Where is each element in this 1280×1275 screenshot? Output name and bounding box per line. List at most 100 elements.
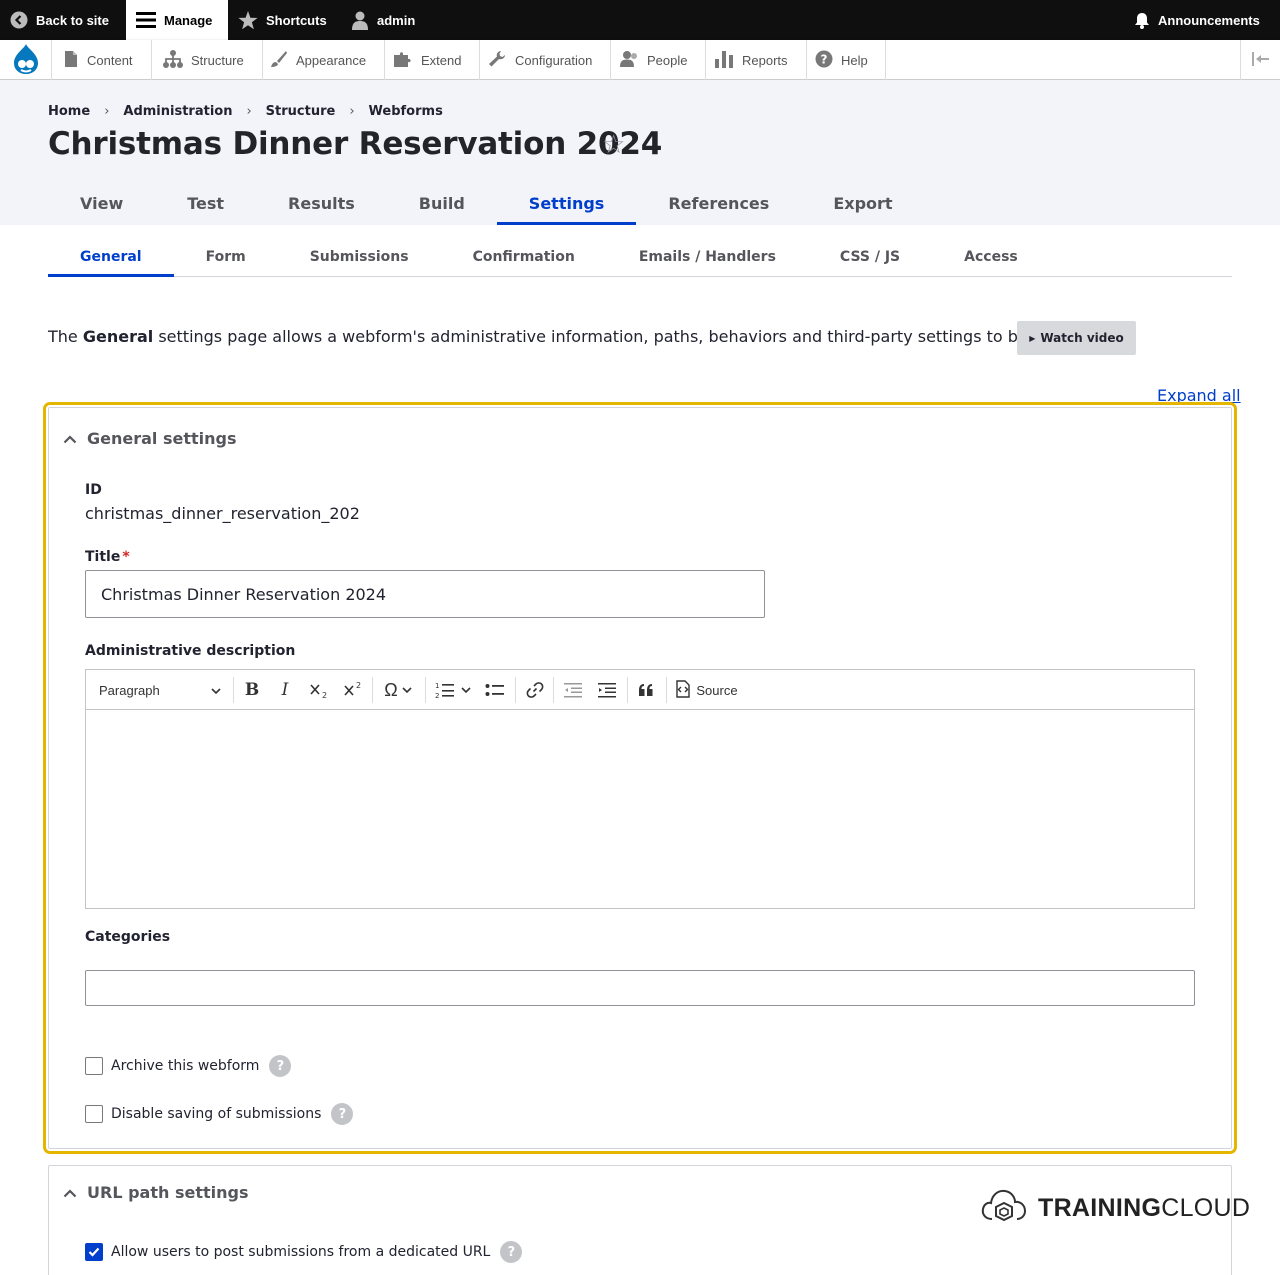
tray-item-label: Structure <box>191 52 244 68</box>
tab-test[interactable]: Test <box>155 182 256 225</box>
tray-item-extend[interactable]: Extend <box>383 40 481 80</box>
link-icon[interactable] <box>518 670 552 710</box>
tray-item-label: People <box>647 52 688 68</box>
user-tab[interactable]: admin <box>341 0 425 40</box>
announcements-tab[interactable]: Announcements <box>1124 0 1270 40</box>
title-input-value: Christmas Dinner Reservation 2024 <box>101 584 387 604</box>
shortcuts-tab[interactable]: Shortcuts <box>228 0 337 40</box>
breadcrumb-home[interactable]: Home <box>48 104 90 119</box>
watch-video-button[interactable]: ▶ Watch video <box>1017 321 1136 355</box>
superscript-icon[interactable]: 2 <box>336 670 370 710</box>
star-icon <box>238 10 258 30</box>
italic-icon[interactable]: I <box>269 670 301 710</box>
source-label: Source <box>696 682 738 698</box>
tray-item-appearance[interactable]: Appearance <box>260 40 386 80</box>
archive-webform-checkbox[interactable] <box>85 1057 103 1075</box>
favorite-star-icon[interactable]: ☆ <box>602 130 625 160</box>
id-value: christmas_dinner_reservation_202 <box>85 504 360 523</box>
tray-item-label: Extend <box>421 52 462 68</box>
breadcrumb-structure[interactable]: Structure <box>266 104 336 119</box>
breadcrumb-webforms[interactable]: Webforms <box>369 104 443 119</box>
help-circle-icon: ? <box>815 50 833 71</box>
chevron-up-icon <box>63 429 77 448</box>
cloud-logo-icon <box>980 1185 1028 1232</box>
document-icon <box>63 50 79 71</box>
help-question-icon[interactable]: ? <box>269 1055 292 1077</box>
subtab-submissions[interactable]: Submissions <box>278 238 441 276</box>
subtab-confirmation[interactable]: Confirmation <box>441 238 607 276</box>
chevron-up-icon <box>63 1183 77 1202</box>
svg-text:2: 2 <box>356 681 361 690</box>
svg-text:?: ? <box>821 52 828 66</box>
page-header: Home › Administration › Structure › Webf… <box>0 80 1280 225</box>
play-icon: ▶ <box>1029 333 1036 343</box>
disable-saving-checkbox[interactable] <box>85 1105 103 1123</box>
numbered-list-icon[interactable]: 12 <box>430 670 476 710</box>
collapse-tray-button[interactable] <box>1240 40 1280 80</box>
title-input[interactable]: Christmas Dinner Reservation 2024 <box>85 570 765 618</box>
tray-item-label: Content <box>87 52 133 68</box>
tab-export[interactable]: Export <box>801 182 924 225</box>
archive-webform-label[interactable]: Archive this webform <box>111 1058 259 1074</box>
svg-text:1: 1 <box>435 682 439 690</box>
bell-icon <box>1134 12 1150 29</box>
allow-post-row: Allow users to post submissions from a d… <box>85 1241 523 1263</box>
tray-item-reports[interactable]: Reports <box>704 40 807 80</box>
subscript-icon[interactable]: 2 <box>302 670 336 710</box>
tray-item-configuration[interactable]: Configuration <box>478 40 612 80</box>
tab-settings[interactable]: Settings <box>496 182 637 225</box>
blockquote-icon[interactable] <box>629 670 663 710</box>
chevron-down-icon <box>211 683 221 698</box>
general-settings-summary[interactable]: General settings <box>49 408 1231 468</box>
subtab-emails-handlers[interactable]: Emails / Handlers <box>607 238 808 276</box>
bulleted-list-icon[interactable] <box>478 670 512 710</box>
source-button[interactable]: Source <box>671 670 741 710</box>
allow-post-label[interactable]: Allow users to post submissions from a d… <box>111 1244 490 1260</box>
tray-item-structure[interactable]: Structure <box>153 40 263 80</box>
help-question-icon[interactable]: ? <box>500 1241 523 1263</box>
sitemap-icon <box>163 49 183 71</box>
general-settings-details: General settings ID christmas_dinner_res… <box>43 402 1237 1154</box>
archive-webform-row: Archive this webform ? <box>85 1055 292 1077</box>
puzzle-icon <box>393 50 413 71</box>
tab-build[interactable]: Build <box>387 182 497 225</box>
outdent-icon[interactable] <box>556 670 590 710</box>
categories-input[interactable] <box>85 970 1195 1006</box>
trainingcloud-watermark: TRAININGCLOUD <box>980 1185 1250 1232</box>
tray-item-help[interactable]: ? Help <box>805 40 886 80</box>
bold-icon[interactable]: B <box>236 670 268 710</box>
manage-tab[interactable]: Manage <box>126 0 228 40</box>
paragraph-format-dropdown[interactable]: Paragraph <box>91 670 229 710</box>
special-characters-icon[interactable]: Ω <box>376 670 420 710</box>
subtab-general[interactable]: General <box>48 238 174 277</box>
breadcrumb: Home › Administration › Structure › Webf… <box>48 104 443 119</box>
expand-all-link[interactable]: Expand all <box>1157 386 1241 405</box>
subtab-form[interactable]: Form <box>174 238 278 276</box>
url-path-settings-title: URL path settings <box>87 1182 249 1202</box>
id-label: ID <box>85 482 102 498</box>
help-question-icon[interactable]: ? <box>331 1103 354 1125</box>
editor-content-area[interactable] <box>86 710 1194 908</box>
tab-view[interactable]: View <box>48 182 155 225</box>
tab-references[interactable]: References <box>636 182 801 225</box>
admin-toolbar: Back to site Manage Shortcuts admin Anno… <box>0 0 1280 40</box>
breadcrumb-administration[interactable]: Administration <box>123 104 232 119</box>
indent-icon[interactable] <box>590 670 624 710</box>
tray-item-people[interactable]: People <box>609 40 707 80</box>
manage-label: Manage <box>164 12 213 28</box>
subtab-css-js[interactable]: CSS / JS <box>808 238 932 276</box>
back-to-site-link[interactable]: Back to site <box>0 0 119 40</box>
title-label-text: Title <box>85 549 121 565</box>
disable-saving-label[interactable]: Disable saving of submissions <box>111 1106 321 1122</box>
paragraph-format-label: Paragraph <box>99 682 160 698</box>
chevron-right-icon: › <box>349 104 355 119</box>
allow-post-checkbox[interactable] <box>85 1243 103 1261</box>
tab-results[interactable]: Results <box>256 182 387 225</box>
checkmark-icon <box>88 1247 100 1257</box>
tray-item-label: Reports <box>742 52 788 68</box>
tray-item-content[interactable]: Content <box>53 40 152 80</box>
required-marker: * <box>122 549 130 565</box>
drupal-drop-icon <box>13 43 39 78</box>
drupal-logo[interactable] <box>0 40 52 80</box>
subtab-access[interactable]: Access <box>932 238 1050 276</box>
